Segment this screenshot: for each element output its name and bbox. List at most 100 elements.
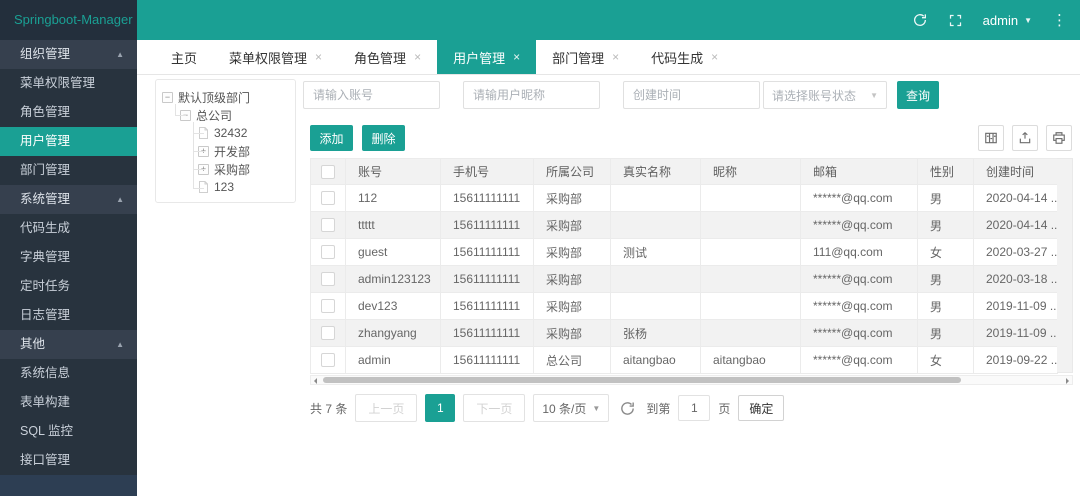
tab-role[interactable]: 角色管理 × (338, 40, 437, 74)
sidebar-item-menu-permission[interactable]: 菜单权限管理 (0, 69, 137, 98)
row-checkbox[interactable] (321, 191, 335, 206)
close-icon[interactable]: × (612, 50, 619, 64)
sidebar-item-api-manage[interactable]: 接口管理 (0, 446, 137, 475)
tree-node-purchase-dept[interactable]: +采购部 (198, 160, 289, 178)
pagination: 共 7 条 上一页 1 下一页 10 条/页 ▼ 到第 页 确定 (310, 394, 785, 422)
goto-page-input[interactable] (678, 395, 711, 421)
column-header: 创建时间 (973, 158, 1058, 185)
table-row[interactable]: admin 15611111111 总公司 aitangbao aitangba… (310, 346, 1058, 374)
tab-dept[interactable]: 部门管理 × (536, 40, 635, 74)
tree-node-leaf[interactable]: 32432 (198, 124, 289, 142)
create-time-input[interactable] (623, 81, 760, 109)
sidebar-group-org[interactable]: 组织管理 ▲ (0, 40, 137, 69)
sidebar-group-system[interactable]: 系统管理 ▲ (0, 185, 137, 214)
next-page-button[interactable]: 下一页 (463, 394, 526, 422)
page-size-select[interactable]: 10 条/页 ▼ (533, 394, 610, 422)
close-icon[interactable]: × (315, 50, 322, 64)
scrollbar-thumb[interactable] (323, 377, 961, 383)
row-checkbox[interactable] (321, 218, 335, 233)
column-header: 性别 (917, 158, 974, 185)
print-icon[interactable] (1046, 125, 1072, 151)
scroll-left-icon[interactable] (314, 378, 317, 384)
tree-connector-line (193, 151, 204, 152)
search-button[interactable]: 查询 (897, 81, 939, 109)
row-checkbox[interactable] (321, 326, 335, 341)
more-options-icon[interactable]: ⋮ (1052, 11, 1068, 29)
app-logo: Springboot-Manager (0, 0, 137, 40)
add-button[interactable]: 添加 (310, 125, 353, 151)
fullscreen-icon[interactable] (948, 13, 963, 28)
collapse-caret-icon: ▲ (116, 195, 124, 204)
total-count-label: 共 7 条 (310, 401, 348, 416)
sidebar-item-dict[interactable]: 字典管理 (0, 243, 137, 272)
sidebar-item-log[interactable]: 日志管理 (0, 301, 137, 330)
close-icon[interactable]: × (711, 50, 718, 64)
chevron-down-icon: ▼ (592, 403, 601, 413)
sidebar-group-other[interactable]: 其他 ▲ (0, 330, 137, 359)
tree-node-leaf[interactable]: 123 (198, 178, 289, 196)
table-horizontal-scrollbar[interactable] (310, 375, 1073, 385)
scroll-right-icon[interactable] (1066, 378, 1069, 384)
row-checkbox[interactable] (321, 272, 335, 287)
delete-button[interactable]: 删除 (362, 125, 405, 151)
account-status-select[interactable]: 请选择账号状态 ▼ (763, 81, 887, 109)
refresh-icon[interactable] (912, 12, 928, 28)
confirm-button[interactable]: 确定 (738, 395, 785, 421)
tree-node-root[interactable]: − 默认顶级部门 (162, 88, 289, 106)
row-checkbox[interactable] (321, 353, 335, 368)
sidebar-item-sql-monitor[interactable]: SQL 监控 (0, 417, 137, 446)
tab-menu-permission[interactable]: 菜单权限管理 × (213, 40, 338, 74)
sidebar-item-scheduled-task[interactable]: 定时任务 (0, 272, 137, 301)
current-page-button[interactable]: 1 (425, 394, 456, 422)
tree-node-dev-dept[interactable]: +开发部 (198, 142, 289, 160)
sidebar-item-codegen[interactable]: 代码生成 (0, 214, 137, 243)
sidebar-item-system-info[interactable]: 系统信息 (0, 359, 137, 388)
username-label: admin (982, 12, 1019, 28)
close-icon[interactable]: × (513, 50, 520, 64)
account-input[interactable] (303, 81, 440, 109)
table-row[interactable]: guest 15611111111 采购部 测试 111@qq.com 女 20… (310, 238, 1058, 266)
row-checkbox[interactable] (321, 299, 335, 314)
user-menu[interactable]: admin ▼ (983, 13, 1032, 28)
app-window: Springboot-Manager 组织管理 ▲ 菜单权限管理 角色管理 用户管… (0, 0, 1080, 496)
sidebar-item-dept[interactable]: 部门管理 (0, 156, 137, 185)
goto-page-label: 到第 (646, 401, 671, 416)
table-row[interactable]: dev123 15611111111 采购部 ******@qq.com 男 2… (310, 292, 1058, 320)
tab-codegen[interactable]: 代码生成 × (635, 40, 734, 74)
row-checkbox[interactable] (321, 245, 335, 260)
user-table: 账号 手机号 所属公司 真实名称 昵称 邮箱 性别 创建时间 112 15611… (310, 158, 1073, 374)
column-header: 账号 (345, 158, 441, 185)
collapse-icon[interactable]: − (162, 91, 173, 103)
page-unit-label: 页 (718, 401, 731, 416)
close-icon[interactable]: × (414, 50, 421, 64)
sidebar-item-form-builder[interactable]: 表单构建 (0, 388, 137, 417)
column-header: 昵称 (700, 158, 801, 185)
export-icon[interactable] (1012, 125, 1038, 151)
topbar: admin ▼ ⋮ (137, 0, 1080, 40)
tree-connector-line (193, 188, 204, 189)
tree-node-company[interactable]: −总公司 (180, 106, 289, 124)
refresh-icon[interactable] (619, 400, 636, 417)
main-content: −默认顶级部门 −总公司 32432 +开发部 +采购部 123 请选择账号状态… (137, 76, 1080, 496)
chevron-down-icon: ▼ (1024, 15, 1032, 25)
department-tree-panel: −默认顶级部门 −总公司 32432 +开发部 +采购部 123 (155, 79, 296, 203)
nickname-input[interactable] (463, 81, 600, 109)
table-vertical-scrollbar[interactable] (1057, 158, 1073, 373)
select-all-checkbox[interactable] (321, 164, 335, 179)
table-row[interactable]: admin123123 15611111111 采购部 ******@qq.co… (310, 265, 1058, 293)
tab-user[interactable]: 用户管理 × (437, 40, 537, 74)
collapse-caret-icon: ▲ (116, 50, 124, 59)
tree-connector-line (193, 133, 204, 134)
collapse-caret-icon: ▲ (116, 340, 124, 349)
sidebar-item-user[interactable]: 用户管理 (0, 127, 137, 156)
column-header: 真实名称 (610, 158, 701, 185)
table-row[interactable]: 112 15611111111 采购部 ******@qq.com 男 2020… (310, 184, 1058, 212)
tab-home[interactable]: 主页 (155, 40, 213, 74)
table-header-row: 账号 手机号 所属公司 真实名称 昵称 邮箱 性别 创建时间 (310, 158, 1058, 185)
table-row[interactable]: zhangyang 15611111111 采购部 张杨 ******@qq.c… (310, 319, 1058, 347)
sidebar-nav: 组织管理 ▲ 菜单权限管理 角色管理 用户管理 部门管理 系统管理 ▲ 代码生成 字… (0, 40, 137, 475)
table-row[interactable]: ttttt 15611111111 采购部 ******@qq.com 男 20… (310, 211, 1058, 239)
filter-columns-icon[interactable] (978, 125, 1004, 151)
prev-page-button[interactable]: 上一页 (355, 394, 418, 422)
sidebar-item-role[interactable]: 角色管理 (0, 98, 137, 127)
